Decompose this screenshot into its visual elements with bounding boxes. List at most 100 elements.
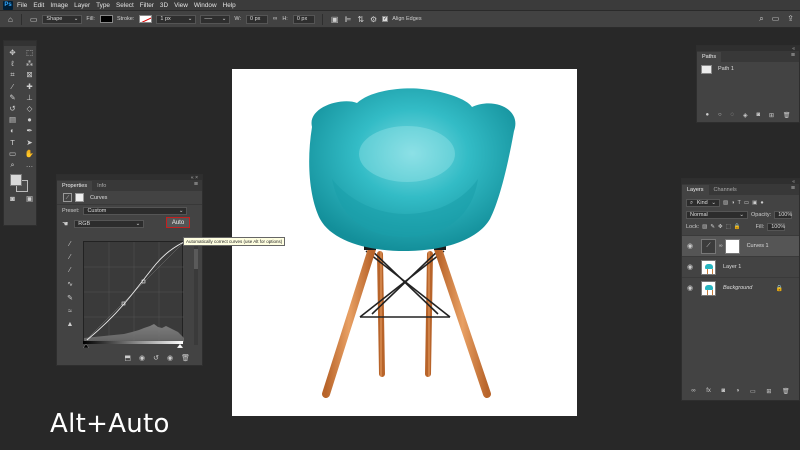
tab-paths[interactable]: Paths xyxy=(697,52,722,62)
curves-graph[interactable] xyxy=(83,241,185,343)
stroke-width-field[interactable]: 1 px ⌄ xyxy=(156,14,197,24)
path-arrangement-icon[interactable]: ⇅ xyxy=(357,15,364,24)
pen-tool-icon[interactable]: ✒ xyxy=(21,125,38,136)
menu-filter[interactable]: Filter xyxy=(140,2,154,9)
filter-type-icon[interactable]: T xyxy=(738,200,741,206)
hand-tool-icon[interactable]: ✋ xyxy=(21,148,38,159)
add-mask-icon[interactable]: ◙ xyxy=(722,388,726,394)
filter-smart-icon[interactable]: ▣ xyxy=(752,200,757,206)
type-tool-icon[interactable]: T xyxy=(4,137,21,148)
crop-tool-icon[interactable]: ⌗ xyxy=(4,69,21,80)
brush-tool-icon[interactable]: ✎ xyxy=(4,92,21,103)
new-group-icon[interactable]: ▭ xyxy=(750,388,756,395)
shape-tool-icon[interactable]: ▭ xyxy=(30,15,38,24)
draw-curve-icon[interactable]: ✎ xyxy=(63,294,77,302)
tab-info[interactable]: Info xyxy=(92,181,111,191)
move-tool-icon[interactable]: ✥ xyxy=(4,47,21,58)
menu-type[interactable]: Type xyxy=(96,2,110,9)
filter-shape-icon[interactable]: ▭ xyxy=(744,200,749,206)
auto-button[interactable]: Auto xyxy=(166,217,190,228)
visibility-icon[interactable]: ◉ xyxy=(167,354,173,362)
healing-brush-tool-icon[interactable]: ✚ xyxy=(21,81,38,92)
menu-help[interactable]: Help xyxy=(223,2,236,9)
filter-toggle-icon[interactable]: ● xyxy=(760,200,763,206)
clone-stamp-tool-icon[interactable]: ⊥ xyxy=(21,92,38,103)
make-path-icon[interactable]: ◈ xyxy=(743,112,748,119)
workspace-icon[interactable]: ▭ xyxy=(772,14,780,24)
reset-adjustment-icon[interactable]: ↺ xyxy=(153,354,159,362)
tab-layers[interactable]: Layers xyxy=(682,185,709,195)
menu-3d[interactable]: 3D xyxy=(160,2,168,9)
opacity-field[interactable]: 100% xyxy=(774,211,792,219)
eye-icon[interactable]: ◉ xyxy=(687,263,695,271)
zoom-tool-icon[interactable]: ⌕ xyxy=(4,159,21,170)
lock-paint-icon[interactable]: ✎ xyxy=(710,224,715,230)
clipping-warning-icon[interactable]: ▲ xyxy=(63,321,77,328)
trash-icon[interactable]: 🗑 xyxy=(783,112,791,119)
panel-menu-icon[interactable]: ≡ xyxy=(194,181,198,188)
history-brush-tool-icon[interactable]: ↺ xyxy=(4,103,21,114)
filter-adjustment-icon[interactable]: ◑ xyxy=(731,200,734,206)
layer-mask-icon[interactable] xyxy=(75,193,84,202)
search-icon[interactable]: ⌕ xyxy=(759,14,763,24)
lock-artboard-icon[interactable]: ⬚ xyxy=(726,224,731,230)
mask-link-icon[interactable]: ∞ xyxy=(719,243,723,249)
scrollbar-thumb[interactable] xyxy=(194,249,198,269)
marquee-tool-icon[interactable]: ⬚ xyxy=(21,47,38,58)
new-path-icon[interactable]: ⊞ xyxy=(769,112,774,119)
panel-menu-icon[interactable]: ≡ xyxy=(791,52,795,59)
align-edges-checkbox[interactable]: ✓ xyxy=(382,16,389,22)
smooth-curve-icon[interactable]: ≈ xyxy=(63,308,77,315)
menu-select[interactable]: Select xyxy=(116,2,134,9)
load-selection-icon[interactable]: ◌ xyxy=(730,112,734,118)
on-image-adjust-icon[interactable]: ☚ xyxy=(62,220,68,228)
rectangle-tool-icon[interactable]: ▭ xyxy=(4,148,21,159)
channel-select[interactable]: RGB ⌄ xyxy=(74,220,145,228)
link-layers-icon[interactable]: ∞ xyxy=(691,388,695,394)
gear-icon[interactable]: ⚙ xyxy=(370,15,377,24)
quick-mask-icon[interactable]: ◙ xyxy=(4,193,21,204)
path-selection-tool-icon[interactable]: ➤ xyxy=(21,137,38,148)
tab-properties[interactable]: Properties xyxy=(57,181,93,191)
path-item[interactable]: Path 1 xyxy=(697,62,799,76)
preset-select[interactable]: Custom ⌄ xyxy=(83,207,188,215)
menu-layer[interactable]: Layer xyxy=(74,2,90,9)
edit-points-icon[interactable]: ∿ xyxy=(63,280,77,288)
menu-edit[interactable]: Edit xyxy=(33,2,44,9)
add-mask-icon[interactable]: ◙ xyxy=(756,112,760,118)
clip-to-layer-icon[interactable]: ⬒ xyxy=(124,354,131,362)
black-point-eyedropper-icon[interactable]: ⁄ xyxy=(63,241,77,248)
lock-all-icon[interactable]: 🔒 xyxy=(734,224,741,230)
layer-row-layer1[interactable]: ◉ Layer 1 xyxy=(682,256,799,277)
stroke-type-select[interactable]: ── ⌄ xyxy=(200,14,231,24)
share-icon[interactable]: ⇪ xyxy=(787,14,794,24)
lock-position-icon[interactable]: ✥ xyxy=(718,224,723,230)
new-layer-icon[interactable]: ⊞ xyxy=(766,388,771,395)
fill-field[interactable]: 100% xyxy=(767,223,785,231)
view-previous-state-icon[interactable]: ◉ xyxy=(139,354,145,362)
more-tools-icon[interactable]: … xyxy=(21,159,38,170)
path-alignment-icon[interactable]: ⊫ xyxy=(344,15,351,24)
eraser-tool-icon[interactable]: ◇ xyxy=(21,103,38,114)
magic-wand-tool-icon[interactable]: ⁂ xyxy=(21,58,38,69)
layer-row-background[interactable]: ◉ Background 🔒 xyxy=(682,277,799,298)
properties-scrollbar[interactable] xyxy=(194,245,198,345)
new-adjustment-icon[interactable]: ◑ xyxy=(736,388,740,394)
menu-image[interactable]: Image xyxy=(50,2,68,9)
link-icon[interactable]: ∞ xyxy=(273,16,277,22)
path-operations-icon[interactable]: ▣ xyxy=(331,15,339,24)
menu-window[interactable]: Window xyxy=(194,2,217,9)
gray-point-eyedropper-icon[interactable]: ⁄ xyxy=(63,254,77,261)
eye-icon[interactable]: ◉ xyxy=(687,242,695,250)
white-point-eyedropper-icon[interactable]: ⁄ xyxy=(63,267,77,274)
foreground-color-swatch[interactable] xyxy=(10,174,22,187)
tab-channels[interactable]: Channels xyxy=(709,185,742,195)
home-icon[interactable]: ⌂ xyxy=(8,15,13,24)
eyedropper-tool-icon[interactable]: ⁄ xyxy=(4,81,21,92)
fill-path-icon[interactable]: ● xyxy=(705,112,709,118)
layer-mask-thumbnail[interactable] xyxy=(724,238,740,254)
lock-pixels-icon[interactable]: ▨ xyxy=(702,224,707,230)
fill-swatch[interactable] xyxy=(99,15,113,23)
eye-icon[interactable]: ◉ xyxy=(687,284,695,292)
fx-icon[interactable]: fx xyxy=(706,388,711,394)
